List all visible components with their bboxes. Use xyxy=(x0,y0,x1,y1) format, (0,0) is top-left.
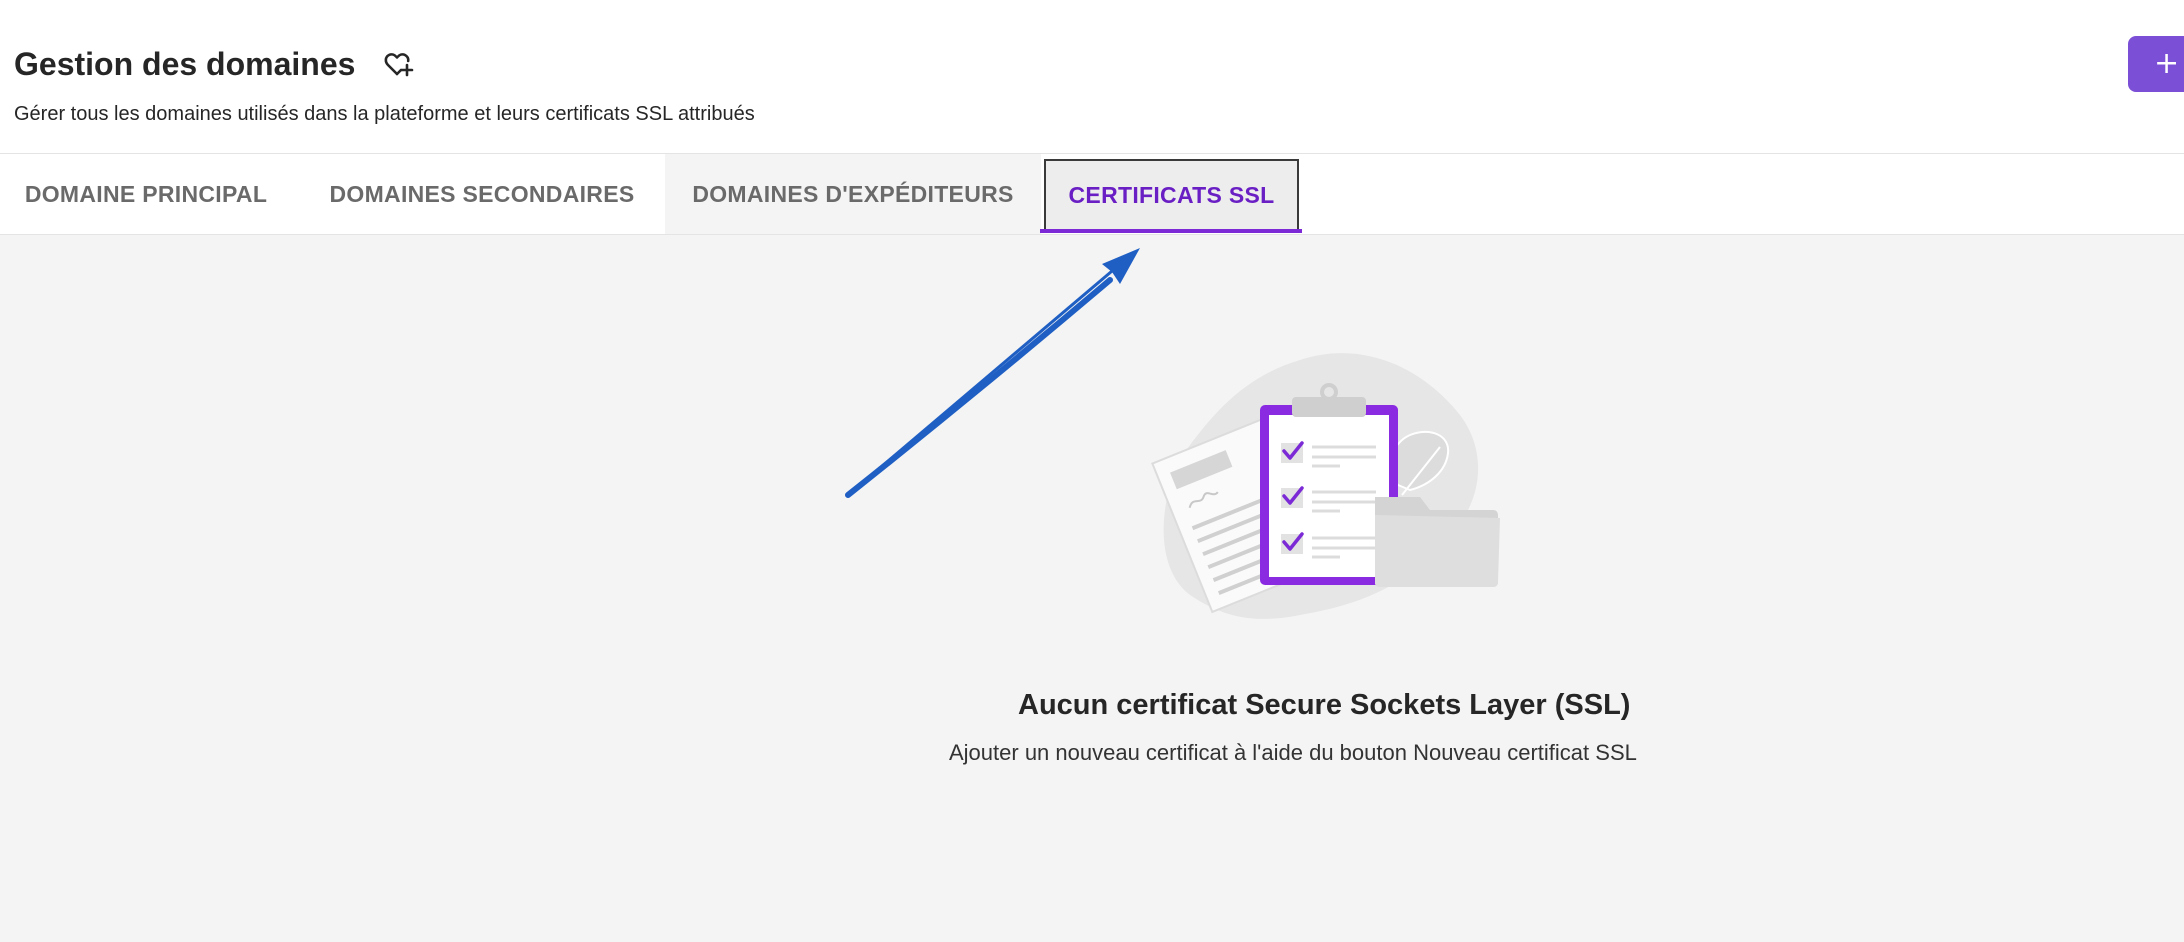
tab-bar: DOMAINE PRINCIPAL DOMAINES SECONDAIRES D… xyxy=(0,154,2184,235)
tab-domaine-principal[interactable]: DOMAINE PRINCIPAL xyxy=(0,154,292,234)
empty-state-panel: Aucun certificat Secure Sockets Layer (S… xyxy=(0,235,2184,942)
page-header: Gestion des domaines Gérer tous les doma… xyxy=(0,0,2184,154)
add-certificate-button[interactable]: + xyxy=(2128,36,2184,92)
page-subtitle: Gérer tous les domaines utilisés dans la… xyxy=(14,103,755,125)
clipboard-checklist-document-folder-illustration xyxy=(1151,353,1500,619)
empty-state-message: Ajouter un nouveau certificat à l'aide d… xyxy=(949,740,1637,765)
page: Gestion des domaines Gérer tous les doma… xyxy=(0,0,2184,942)
heart-plus-icon[interactable] xyxy=(383,48,415,80)
plus-icon: + xyxy=(2154,46,2180,81)
page-title: Gestion des domaines xyxy=(14,46,356,82)
empty-state-title: Aucun certificat Secure Sockets Layer (S… xyxy=(1018,689,1631,721)
active-tab-indicator xyxy=(1040,229,1302,233)
tab-certificats-ssl[interactable]: CERTIFICATS SSL xyxy=(1044,159,1299,231)
tab-domaines-secondaires[interactable]: DOMAINES SECONDAIRES xyxy=(310,154,654,234)
tab-domaines-expediteurs[interactable]: DOMAINES D'EXPÉDITEURS xyxy=(665,154,1041,234)
